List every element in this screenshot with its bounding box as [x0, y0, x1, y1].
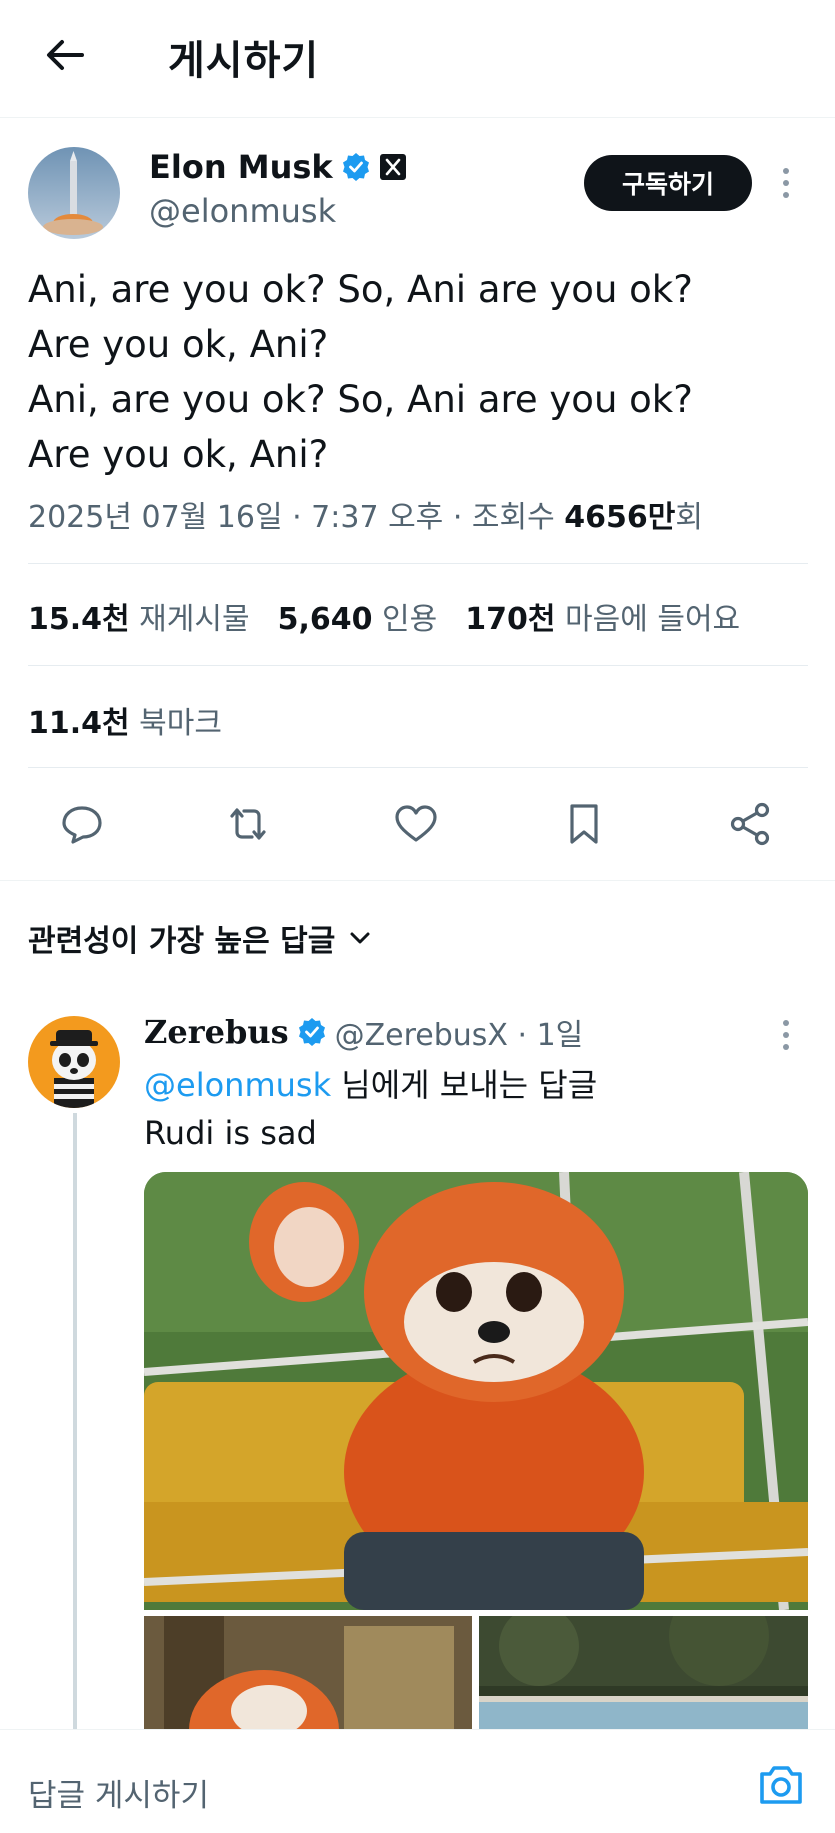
back-arrow-icon[interactable] [40, 30, 90, 80]
reply-to-suffix: 님에게 보내는 답글 [331, 1066, 598, 1104]
sort-label: 관련성이 가장 높은 답글 [28, 924, 336, 959]
reply-author-handle[interactable]: @ZerebusX [335, 1018, 508, 1053]
verified-badge-icon [298, 1018, 325, 1046]
author-avatar[interactable] [28, 147, 120, 239]
verified-badge-icon [342, 153, 369, 181]
divider [28, 767, 808, 768]
reply-to-line: @elonmusk 님에게 보내는 답글 [144, 1060, 597, 1106]
post-text-line: Are you ok, Ani? [28, 433, 329, 476]
reply-to-mention[interactable]: @elonmusk [144, 1066, 331, 1104]
likes-stat[interactable]: 170천 마음에 들어요 [465, 594, 740, 638]
reply-author-name[interactable]: Zerebus [144, 1013, 289, 1051]
reply-header: Zerebus @ZerebusX · 1일 [144, 1010, 583, 1054]
action-bar [0, 790, 835, 860]
like-icon[interactable] [392, 800, 440, 848]
post-text-line: Ani, are you ok? So, Ani are you ok? [28, 268, 693, 311]
bookmark-icon[interactable] [560, 800, 608, 848]
more-icon[interactable] [780, 1020, 792, 1056]
page-title: 게시하기 [168, 38, 320, 84]
reply-time: · 1일 [507, 1018, 584, 1053]
reply-image-3[interactable] [479, 1616, 808, 1730]
reply-avatar[interactable] [28, 1016, 120, 1108]
reply-text: Rudi is sad [144, 1114, 317, 1152]
thread-line [73, 1113, 77, 1731]
replies-sort-selector[interactable]: 관련성이 가장 높은 답글 [28, 916, 373, 960]
top-bar: 게시하기 [0, 0, 835, 118]
reply-icon[interactable] [58, 800, 106, 848]
post-text: Ani, are you ok? So, Ani are you ok? Are… [28, 262, 808, 482]
reply-input[interactable]: 답글 게시하기 [28, 1770, 209, 1815]
reply-image-2[interactable] [144, 1616, 472, 1730]
more-icon[interactable] [780, 168, 792, 204]
divider [28, 665, 808, 666]
view-suffix: 회 [675, 500, 703, 535]
view-count: 4656만 [564, 500, 676, 535]
reposts-stat[interactable]: 15.4천 재게시물 [28, 594, 250, 638]
reply-image-main[interactable] [144, 1172, 808, 1610]
section-divider [0, 880, 835, 881]
x-affiliate-icon [379, 154, 406, 180]
author-name[interactable]: Elon Musk [149, 148, 333, 186]
post-datetime[interactable]: 2025년 07월 16일 · 7:37 오후 · 조회수 [28, 500, 564, 535]
quotes-stat[interactable]: 5,640 인용 [278, 594, 438, 638]
bookmarks-stat[interactable]: 11.4천 북마크 [28, 698, 222, 742]
divider [28, 563, 808, 564]
subscribe-button[interactable]: 구독하기 [584, 155, 752, 211]
post-text-line: Are you ok, Ani? [28, 323, 329, 366]
author-handle[interactable]: @elonmusk [149, 192, 336, 230]
camera-icon[interactable] [756, 1762, 806, 1808]
share-icon[interactable] [726, 800, 774, 848]
post-stats: 15.4천 재게시물 5,640 인용 170천 마음에 들어요 [28, 594, 740, 638]
chevron-down-icon [350, 932, 370, 944]
repost-icon[interactable] [224, 800, 272, 848]
post-meta: 2025년 07월 16일 · 7:37 오후 · 조회수 4656만회 [28, 492, 703, 536]
post-text-line: Ani, are you ok? So, Ani are you ok? [28, 378, 693, 421]
author-name-row: Elon Musk [149, 148, 407, 186]
